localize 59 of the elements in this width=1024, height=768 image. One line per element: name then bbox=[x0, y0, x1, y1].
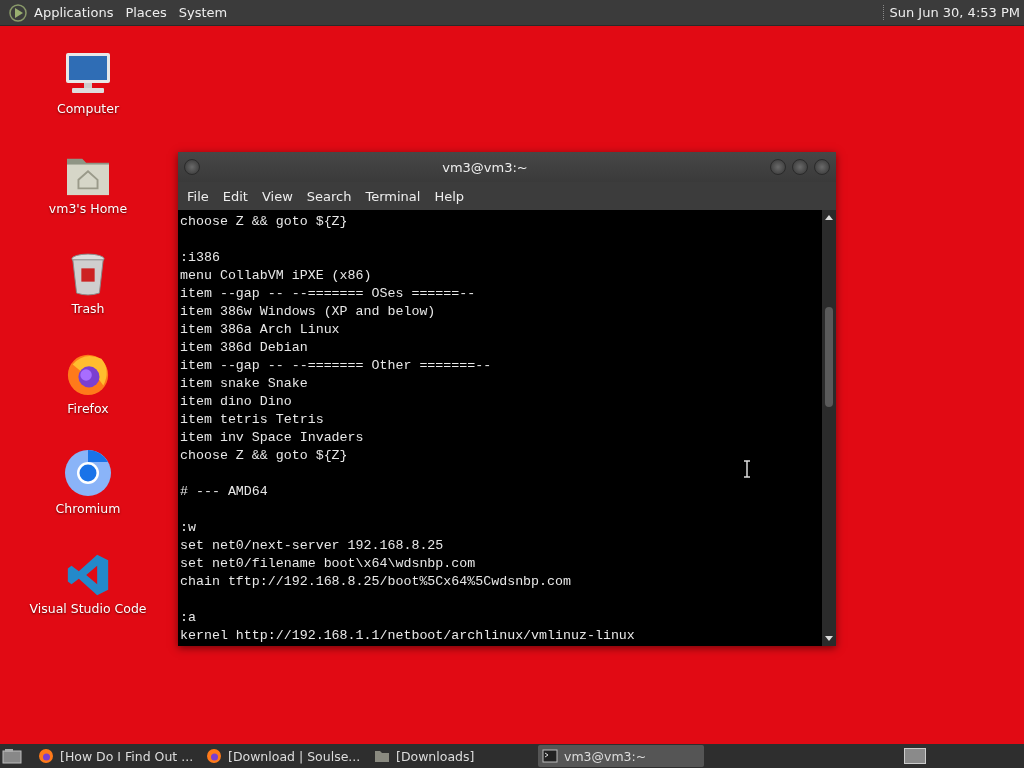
menu-item[interactable]: Search bbox=[306, 188, 352, 204]
terminal-line: item inv Space Invaders bbox=[180, 429, 365, 447]
terminal-line: :i386 bbox=[180, 249, 221, 267]
terminal-line: set net0/next-server 192.168.8.25 bbox=[180, 537, 445, 555]
menu-item[interactable]: File bbox=[187, 188, 209, 204]
terminal-line: :w bbox=[180, 519, 197, 537]
terminal-line: item dino Dino bbox=[180, 393, 293, 411]
firefox-icon bbox=[38, 748, 54, 764]
taskbar-button[interactable]: [How Do I Find Out ... bbox=[34, 745, 200, 767]
terminal-line: choose Z && goto ${Z} bbox=[180, 447, 349, 465]
terminal-line: # --- AMD64 bbox=[180, 483, 269, 501]
desktop-icon-label[interactable]: Firefox bbox=[67, 401, 109, 416]
scrollbar[interactable] bbox=[822, 210, 836, 646]
panel-menu[interactable]: System bbox=[178, 5, 228, 20]
window-title: vm3@vm3:~ bbox=[441, 159, 529, 175]
menu-item[interactable]: Edit bbox=[222, 188, 248, 204]
terminal-line: item 386w Windows (XP and below) bbox=[180, 303, 437, 321]
maximize-button[interactable] bbox=[792, 159, 808, 175]
taskbar-button[interactable]: [Download | Soulse... bbox=[202, 745, 368, 767]
terminal-line: item 386d Debian bbox=[180, 339, 309, 357]
text-cursor-icon bbox=[743, 460, 751, 478]
chromium-icon[interactable] bbox=[64, 449, 112, 497]
menu-logo-icon[interactable] bbox=[8, 2, 28, 23]
scroll-down-icon[interactable] bbox=[824, 635, 834, 643]
window-menu-button[interactable] bbox=[184, 159, 200, 175]
trash-icon[interactable] bbox=[69, 253, 107, 297]
panel-menu[interactable]: Applications bbox=[34, 5, 114, 20]
close-button[interactable] bbox=[814, 159, 830, 175]
firefox-icon bbox=[206, 748, 222, 764]
menu-item[interactable]: Help bbox=[434, 188, 465, 204]
taskbar-button[interactable]: [Downloads] bbox=[370, 745, 536, 767]
show-desktop-icon[interactable] bbox=[2, 748, 22, 764]
terminal-icon bbox=[542, 749, 558, 763]
terminal-line: item --gap -- --======= OSes ======-- bbox=[180, 285, 477, 303]
desktop-icon-label[interactable]: Visual Studio Code bbox=[29, 601, 147, 616]
terminal-line: kernel http://192.168.1.1/netboot/archlinux/vmlinuz-linux bbox=[180, 627, 636, 645]
menu-item[interactable]: Terminal bbox=[365, 188, 421, 204]
terminal-line: set net0/filename boot\x64\wdsnbp.com bbox=[180, 555, 477, 573]
terminal-line: item snake Snake bbox=[180, 375, 309, 393]
terminal-line: chain tftp://192.168.8.25/boot%5Cx64%5Cwdsnbp.com bbox=[180, 573, 572, 591]
terminal-line: choose Z && goto ${Z} bbox=[180, 213, 349, 231]
desktop-icon-label[interactable]: Computer bbox=[56, 101, 120, 116]
desktop-icon-label[interactable]: Chromium bbox=[55, 501, 121, 516]
terminal-line: item --gap -- --======= Other =======-- bbox=[180, 357, 493, 375]
panel-menu[interactable]: Places bbox=[125, 5, 167, 20]
scroll-up-icon[interactable] bbox=[824, 213, 834, 221]
scrollbar-thumb[interactable] bbox=[825, 307, 833, 407]
terminal-line: menu CollabVM iPXE (x86) bbox=[180, 267, 373, 285]
terminal-line: item tetris Tetris bbox=[180, 411, 325, 429]
workspace-switcher[interactable] bbox=[904, 748, 926, 764]
folder-icon bbox=[374, 749, 390, 763]
desktop-icon-label[interactable]: vm3's Home bbox=[48, 201, 128, 216]
desktop-icon-label[interactable]: Trash bbox=[71, 301, 105, 316]
minimize-button[interactable] bbox=[770, 159, 786, 175]
menu-item[interactable]: View bbox=[261, 188, 293, 204]
clock[interactable]: Sun Jun 30, 4:53 PM bbox=[882, 5, 1020, 20]
taskbar-button[interactable]: vm3@vm3:~ bbox=[538, 745, 704, 767]
terminal-line: :a bbox=[180, 609, 197, 627]
terminal-line: item 386a Arch Linux bbox=[180, 321, 341, 339]
